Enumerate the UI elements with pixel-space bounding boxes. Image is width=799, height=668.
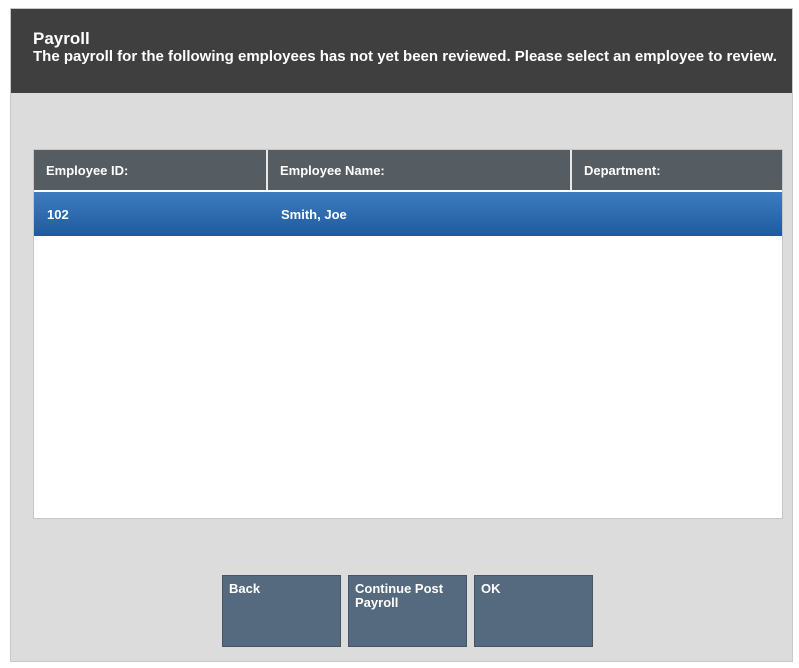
cell-department — [572, 192, 782, 236]
payroll-dialog: Payroll The payroll for the following em… — [10, 8, 793, 662]
button-bar: Back Continue Post Payroll OK — [222, 575, 593, 647]
back-button[interactable]: Back — [222, 575, 341, 647]
table-header: Employee ID: Employee Name: Department: — [34, 150, 782, 190]
dialog-header: Payroll The payroll for the following em… — [11, 9, 792, 93]
cell-employee-name: Smith, Joe — [281, 207, 347, 222]
dialog-message: The payroll for the following employees … — [33, 48, 777, 65]
column-header-department[interactable]: Department: — [572, 150, 782, 190]
dialog-title: Payroll — [33, 29, 90, 48]
column-header-employee-name[interactable]: Employee Name: — [268, 150, 572, 190]
cell-employee-id: 102 — [47, 207, 69, 222]
table-row[interactable]: 102 Smith, Joe — [34, 192, 782, 236]
continue-post-payroll-button[interactable]: Continue Post Payroll — [348, 575, 467, 647]
employee-table: Employee ID: Employee Name: Department: … — [33, 149, 783, 519]
ok-button[interactable]: OK — [474, 575, 593, 647]
column-header-employee-id[interactable]: Employee ID: — [34, 150, 268, 190]
